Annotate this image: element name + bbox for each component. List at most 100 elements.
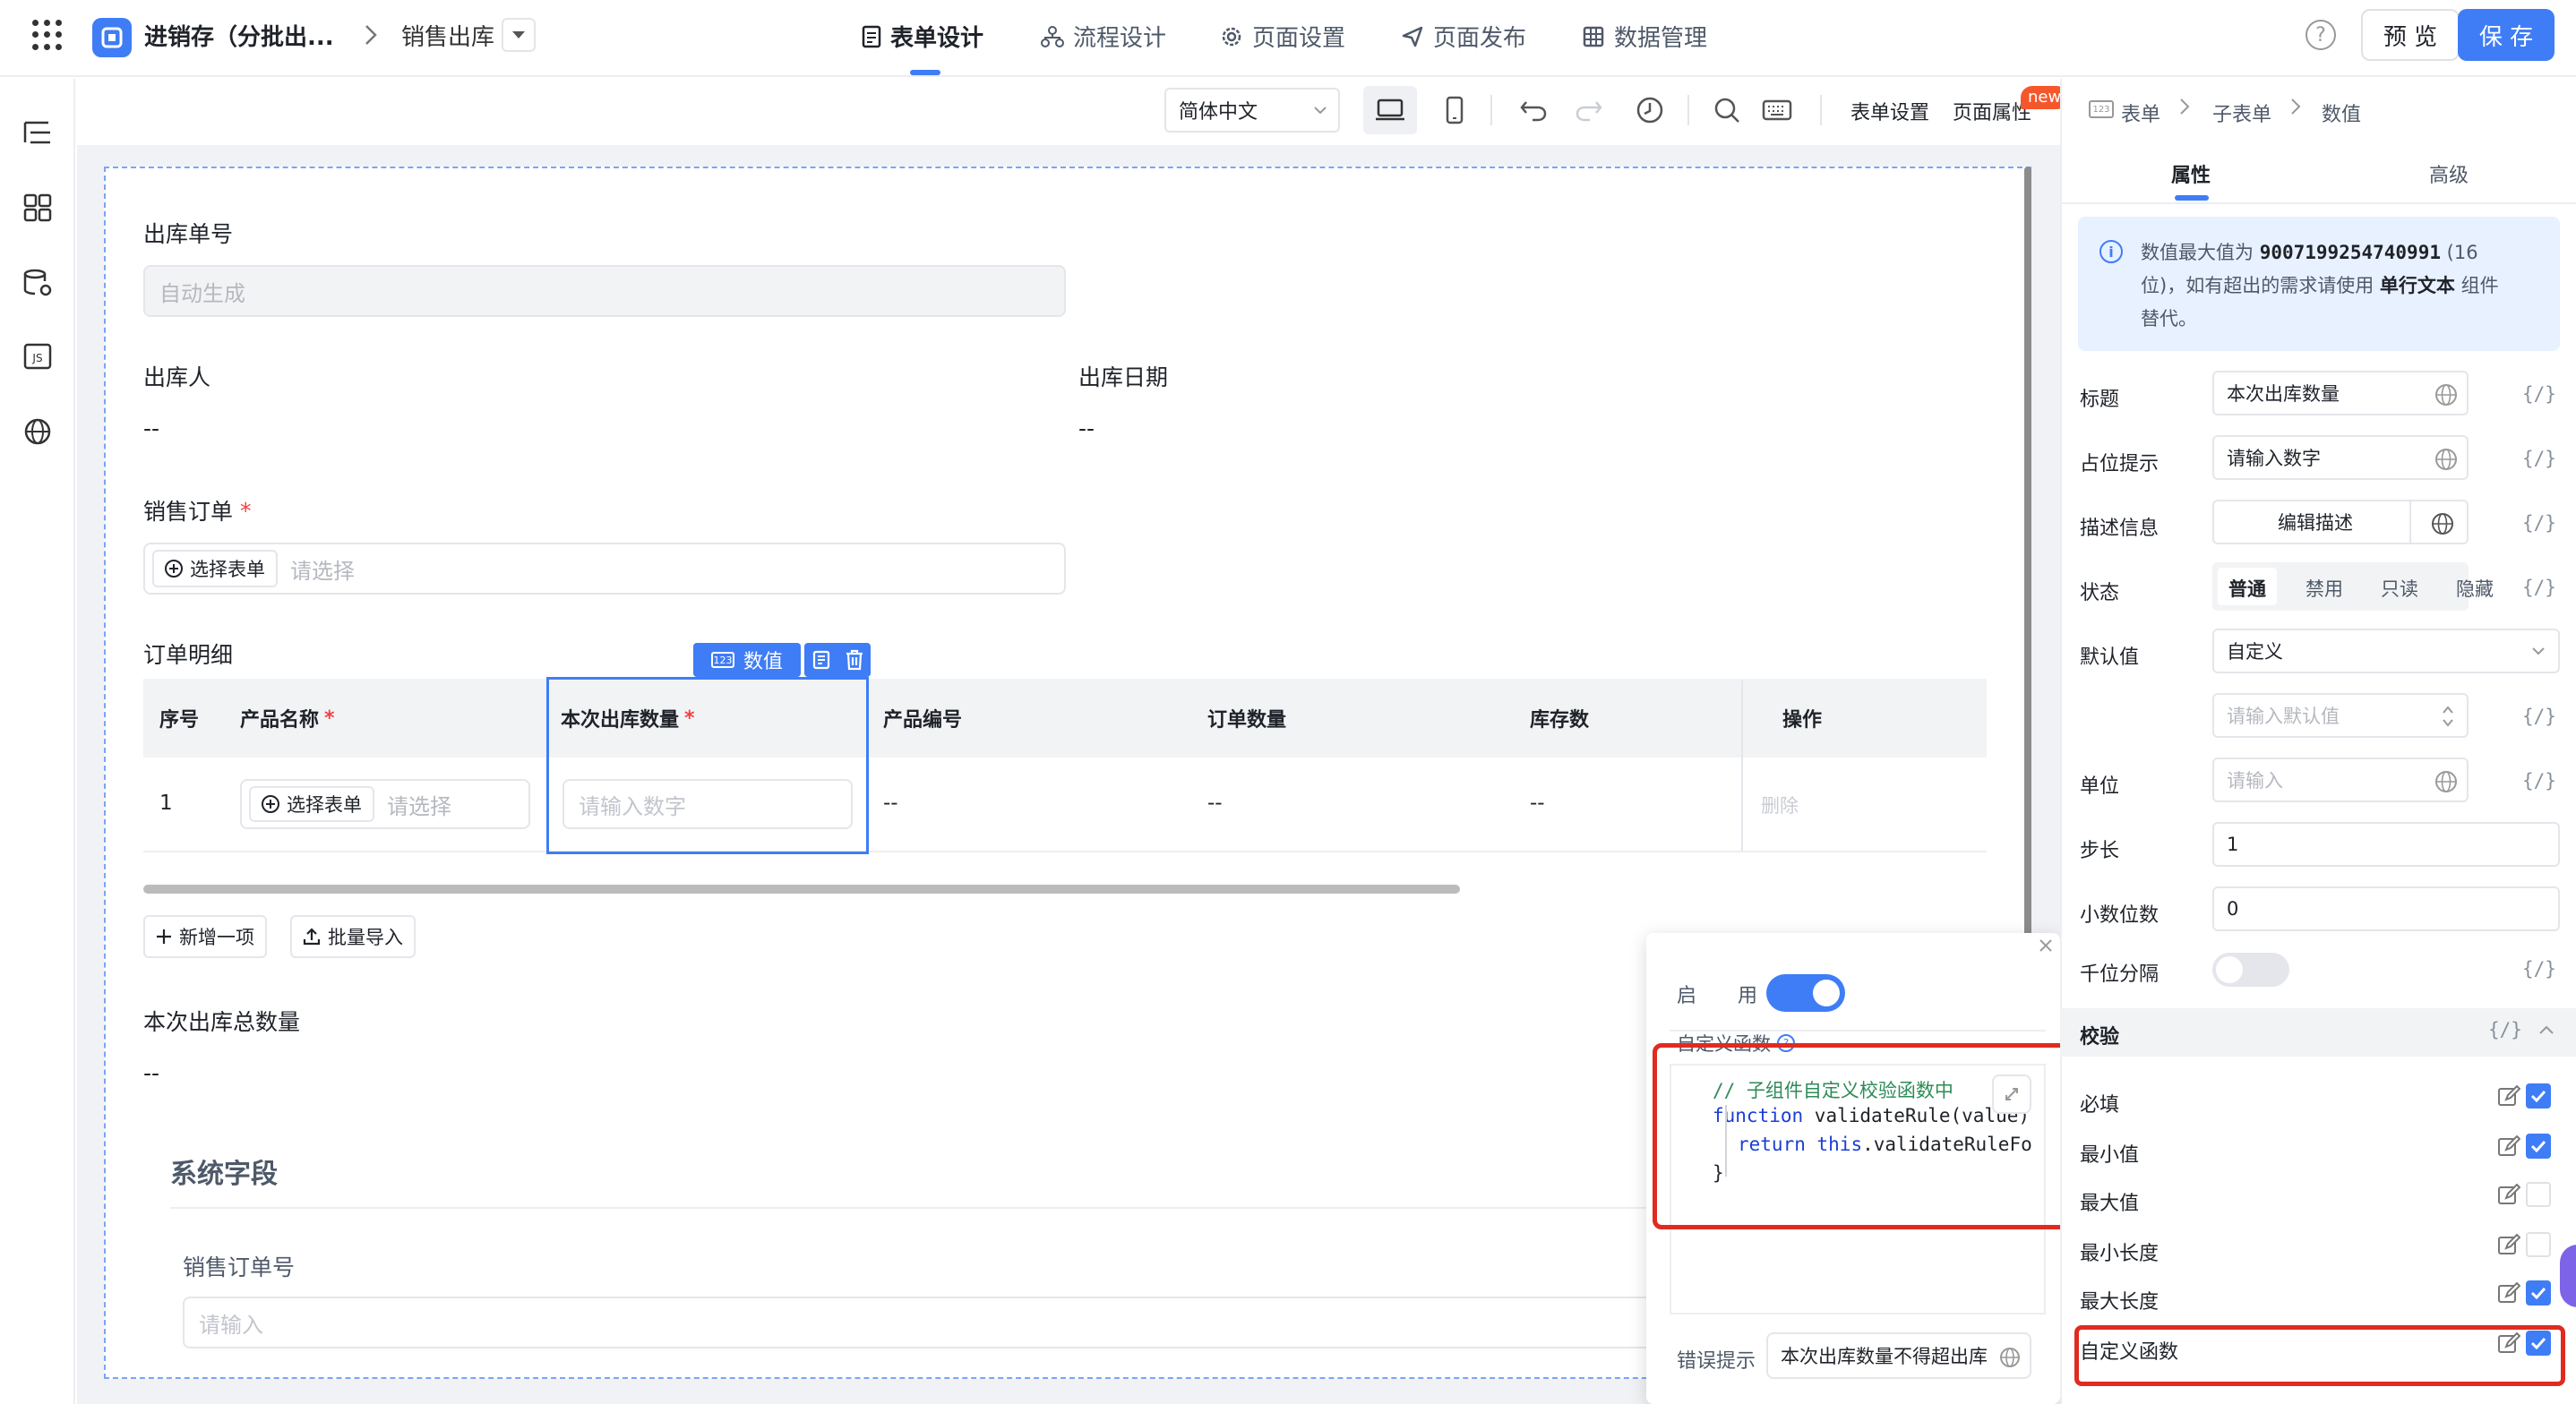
sys-order-no-label: 销售订单号 [183, 1254, 296, 1280]
expression-button[interactable]: {/} [2522, 577, 2556, 598]
batch-import-label: 批量导入 [328, 927, 403, 948]
active-tab-indicator [910, 70, 940, 75]
edit-icon[interactable] [2497, 1184, 2520, 1207]
sales-order-field[interactable]: 选择表单 请选择 [143, 543, 1066, 595]
tab-label: 表单设计 [890, 25, 984, 52]
breadcrumb-number[interactable]: 数值 [2322, 98, 2361, 127]
page-properties-button[interactable]: 页面属性 [1953, 97, 2031, 125]
delete-icon[interactable] [845, 649, 864, 671]
tab-flow-design[interactable]: 流程设计 [1041, 20, 1166, 53]
outline-tree-icon[interactable] [20, 115, 56, 150]
title-value: 本次出库数量 [2227, 383, 2340, 405]
table-icon [1583, 26, 1604, 47]
page-name[interactable]: 销售出库 [401, 19, 494, 52]
assistant-floating-button[interactable] [2560, 1245, 2576, 1307]
tab-form-design[interactable]: 表单设计 [862, 20, 983, 53]
row-product-field[interactable]: 选择表单 请选择 [240, 779, 530, 829]
rule-checkbox[interactable] [2526, 1331, 2551, 1356]
row-code: -- [883, 792, 898, 815]
status-readonly[interactable]: 只读 [2381, 575, 2418, 602]
select-form-button[interactable]: 选择表单 [152, 550, 278, 587]
js-code-icon[interactable]: JS [20, 338, 56, 374]
rule-checkbox[interactable] [2526, 1182, 2551, 1207]
required-mark: * [240, 497, 252, 524]
decimal-input[interactable]: 0 [2212, 886, 2560, 931]
expression-button[interactable]: {/} [2522, 383, 2556, 405]
globe-icon[interactable] [1999, 1347, 2021, 1368]
step-input[interactable]: 1 [2212, 822, 2560, 867]
breadcrumb-form[interactable]: 表单 [2121, 98, 2160, 127]
mobile-icon[interactable] [1438, 94, 1471, 126]
status-disabled[interactable]: 禁用 [2306, 575, 2343, 602]
tab-page-settings[interactable]: 页面设置 [1220, 20, 1345, 53]
canvas-scrollbar[interactable] [2024, 167, 2031, 937]
status-normal[interactable]: 普通 [2228, 575, 2266, 602]
save-button[interactable]: 保 存 [2458, 9, 2555, 61]
expression-button[interactable]: {/} [2522, 958, 2556, 980]
add-row-button[interactable]: 新增一项 [143, 915, 267, 958]
edit-icon[interactable] [2497, 1282, 2520, 1306]
copy-icon[interactable] [811, 649, 832, 671]
edit-icon[interactable] [2497, 1234, 2520, 1257]
status-hidden[interactable]: 隐藏 [2456, 575, 2494, 602]
globe-icon[interactable] [2431, 512, 2454, 535]
expression-button[interactable]: {/} [2488, 1019, 2522, 1040]
expression-button[interactable]: {/} [2522, 512, 2556, 534]
batch-import-button[interactable]: 批量导入 [290, 915, 416, 958]
globe-icon[interactable] [2434, 383, 2458, 407]
keyboard-icon[interactable] [1761, 94, 1793, 126]
info-icon: i [2099, 240, 2123, 263]
selected-component-tag[interactable]: 123 数值 [693, 643, 801, 677]
history-icon[interactable] [1634, 94, 1666, 126]
rule-checkbox[interactable] [2526, 1280, 2551, 1306]
undo-icon[interactable] [1517, 94, 1550, 126]
data-source-icon[interactable] [20, 265, 56, 301]
preview-button[interactable]: 预 览 [2361, 9, 2460, 61]
placeholder-input[interactable]: 请输入数字 [2212, 435, 2469, 480]
edit-icon[interactable] [2497, 1332, 2520, 1356]
components-grid-icon[interactable] [20, 190, 56, 226]
globe-icon[interactable] [2434, 770, 2458, 793]
language-select[interactable]: 简体中文 [1164, 88, 1340, 133]
app-name[interactable]: 进销存（分批出... [144, 19, 334, 52]
edit-icon[interactable] [2497, 1135, 2520, 1159]
stepper-icon[interactable] [2442, 704, 2454, 729]
chevron-down-icon [2532, 647, 2545, 655]
globe-icon[interactable] [2434, 448, 2458, 471]
default-value-input[interactable]: 请输入默认值 [2212, 693, 2469, 738]
table-horizontal-scrollbar[interactable] [143, 885, 1460, 894]
tab-page-publish[interactable]: 页面发布 [1401, 20, 1526, 53]
rule-checkbox[interactable] [2526, 1134, 2551, 1159]
form-settings-button[interactable]: 表单设置 [1850, 97, 1929, 125]
unit-input[interactable]: 请输入 [2212, 758, 2469, 802]
edit-icon[interactable] [2497, 1085, 2520, 1109]
search-icon[interactable] [1711, 94, 1743, 126]
rule-checkbox[interactable] [2526, 1232, 2551, 1257]
col-order-qty: 订单数量 [1207, 709, 1287, 732]
help-icon[interactable]: ? [2306, 20, 2336, 50]
row-delete-link[interactable]: 删除 [1761, 792, 1799, 818]
title-input[interactable]: 本次出库数量 [2212, 371, 2469, 415]
redo-icon[interactable] [1573, 94, 1605, 126]
plus-icon [157, 929, 171, 944]
desktop-icon[interactable] [1374, 94, 1406, 126]
expression-button[interactable]: {/} [2522, 448, 2556, 469]
apps-grid-icon[interactable] [32, 20, 63, 50]
edit-description-button[interactable]: 编辑描述 [2212, 500, 2469, 544]
rule-checkbox[interactable] [2526, 1083, 2551, 1109]
default-type-select[interactable]: 自定义 [2212, 629, 2560, 673]
row-select-form-button[interactable]: 选择表单 [249, 786, 374, 822]
page-dropdown-button[interactable] [502, 18, 536, 52]
tab-properties[interactable]: 属性 [2171, 159, 2211, 188]
chevron-up-icon[interactable] [2538, 1024, 2555, 1035]
expression-button[interactable]: {/} [2522, 706, 2556, 727]
expression-button[interactable]: {/} [2522, 770, 2556, 792]
error-hint-field[interactable]: 本次出库数量不得超出库 [1766, 1332, 2031, 1379]
globe-icon[interactable] [20, 414, 56, 449]
tab-data-management[interactable]: 数据管理 [1582, 20, 1707, 53]
breadcrumb-subform[interactable]: 子表单 [2212, 98, 2271, 127]
tab-advanced[interactable]: 高级 [2429, 159, 2469, 188]
rule-required-label: 必填 [2080, 1094, 2120, 1117]
close-icon[interactable] [2039, 938, 2053, 953]
tab-label: 数据管理 [1614, 25, 1708, 52]
